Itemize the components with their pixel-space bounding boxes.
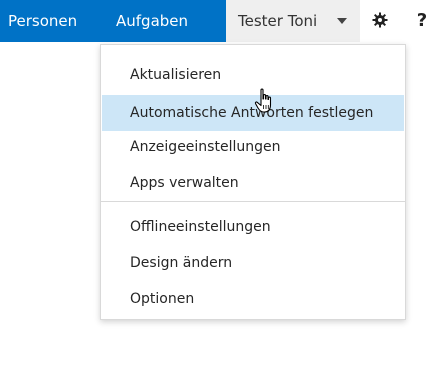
menu-item-apps-verwalten[interactable]: Apps verwalten <box>102 165 404 201</box>
help-button[interactable]: ? <box>400 0 444 42</box>
menu-item-optionen[interactable]: Optionen <box>102 281 404 317</box>
menu-item-automatische-antworten[interactable]: Automatische Antworten festlegen <box>102 95 404 131</box>
menu-item-anzeigeeinstellungen[interactable]: Anzeigeeinstellungen <box>102 129 404 165</box>
top-navigation-bar: Personen Aufgaben Tester Toni ? <box>0 0 444 42</box>
caret-down-icon <box>337 18 347 24</box>
outlook-web-window: Personen Aufgaben Tester Toni ? Aktualis… <box>0 0 444 392</box>
nav-aufgaben-link[interactable]: Aufgaben <box>116 0 188 42</box>
settings-button[interactable] <box>360 0 400 42</box>
menu-item-offlineeinstellungen[interactable]: Offlineeinstellungen <box>102 209 404 245</box>
app-nav-strip: Personen Aufgaben <box>0 0 226 42</box>
gear-icon <box>372 12 388 28</box>
menu-divider <box>101 201 405 202</box>
nav-personen-link[interactable]: Personen <box>8 0 77 42</box>
menu-item-design-aendern[interactable]: Design ändern <box>102 245 404 281</box>
user-menu-button[interactable]: Tester Toni <box>226 0 360 42</box>
settings-dropdown-menu: Aktualisieren Automatische Antworten fes… <box>100 44 406 320</box>
menu-item-aktualisieren[interactable]: Aktualisieren <box>102 57 404 93</box>
user-name-label: Tester Toni <box>238 12 318 30</box>
hand-cursor-icon <box>254 88 272 113</box>
